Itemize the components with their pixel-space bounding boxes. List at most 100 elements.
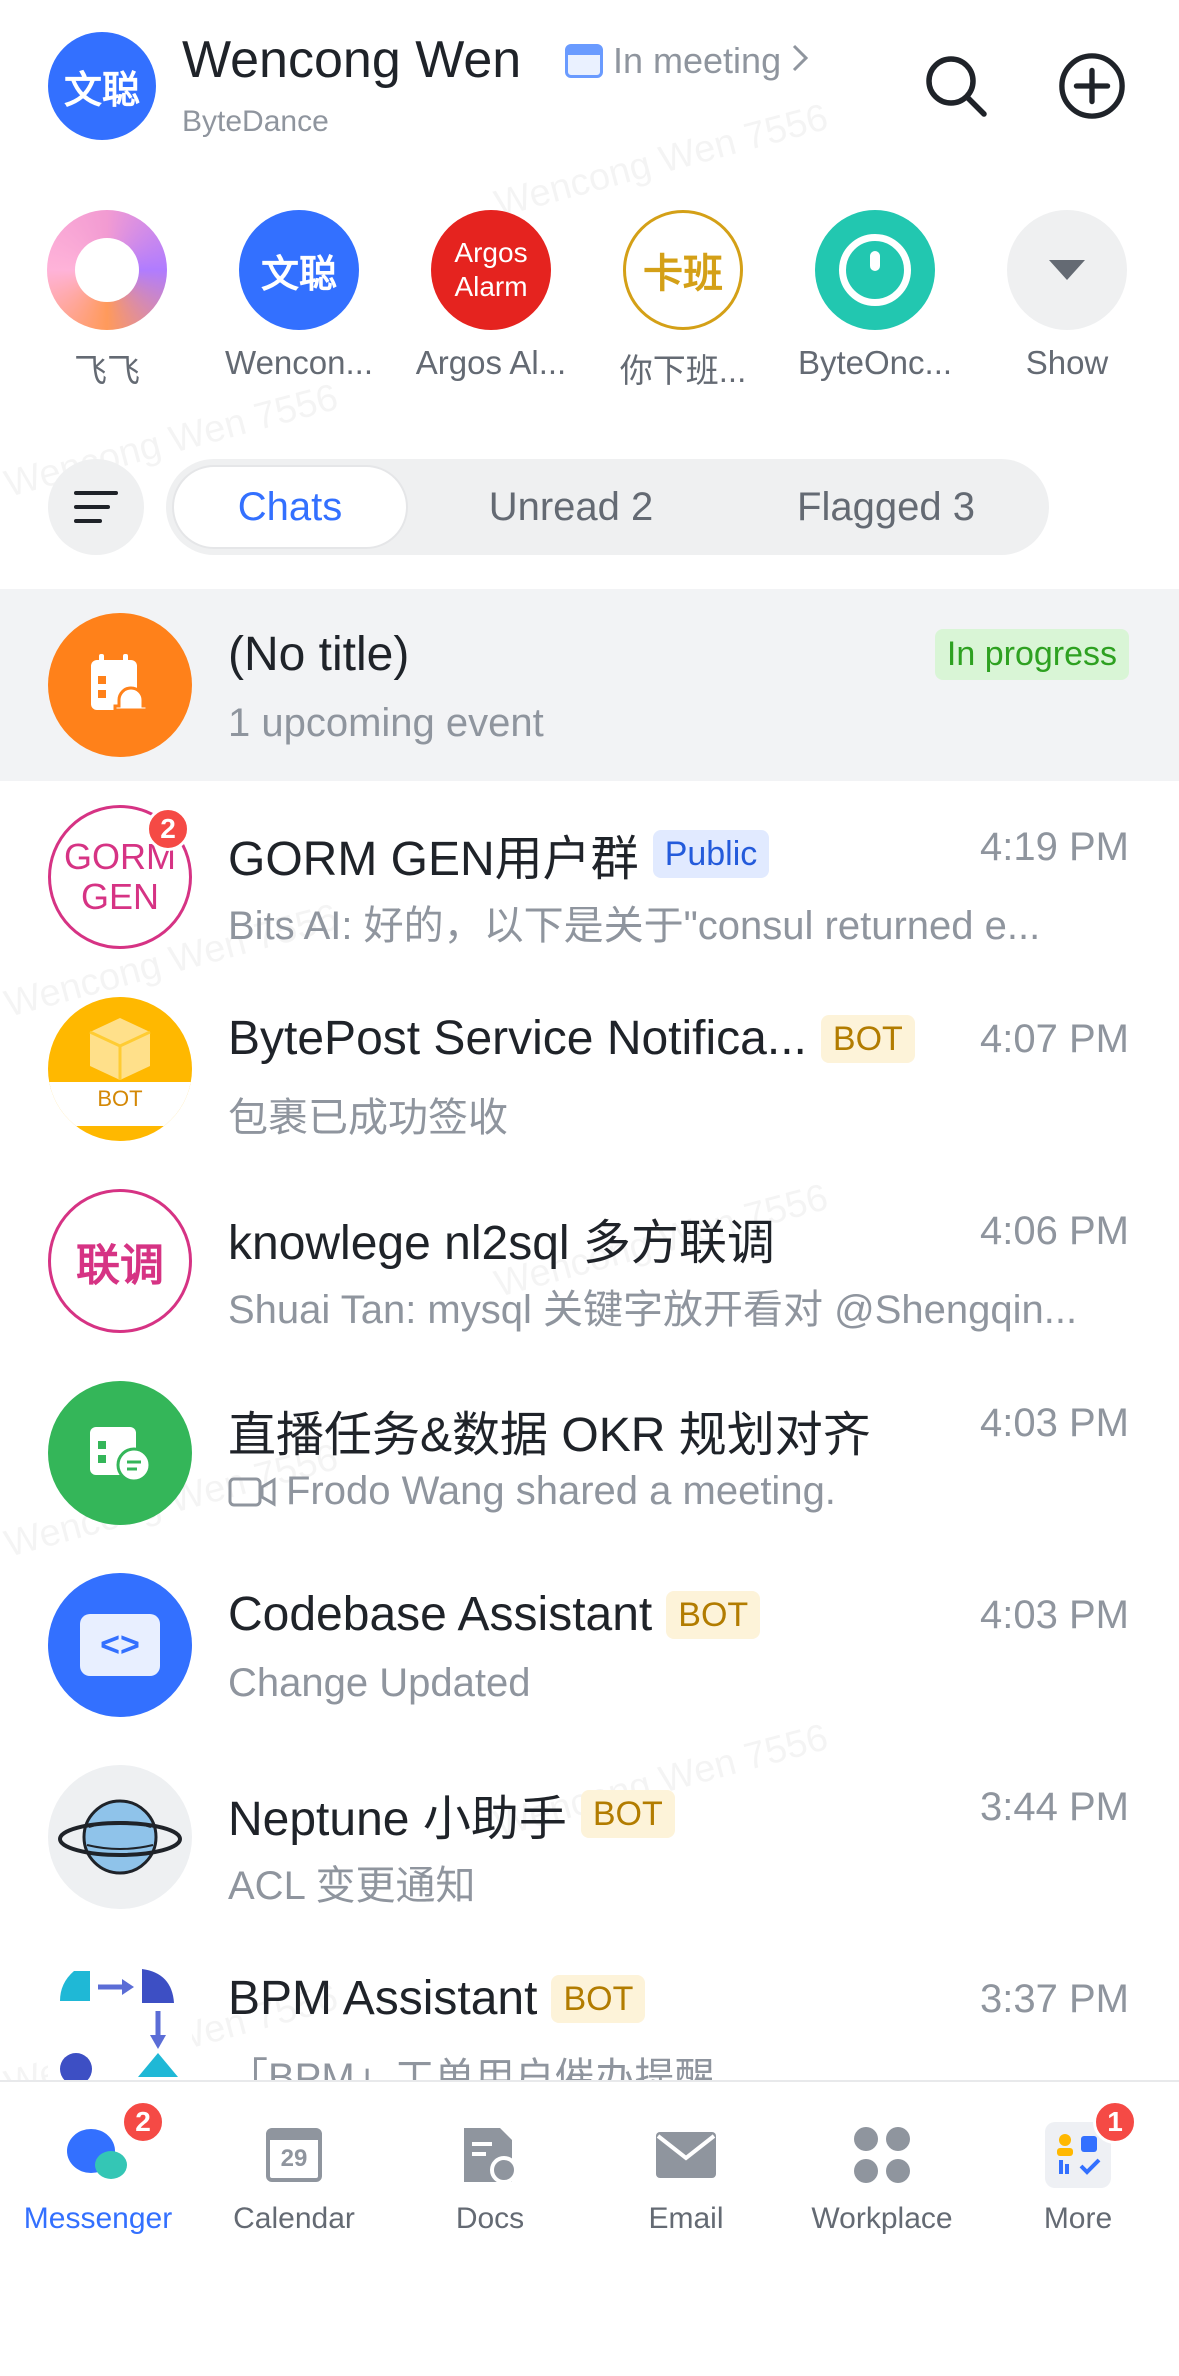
byteoncall-ring bbox=[839, 234, 911, 306]
notification-badge: 1 bbox=[1093, 2100, 1137, 2144]
tab-calendar[interactable]: 29 Calendar bbox=[196, 2122, 392, 2236]
codebase-avatar: <> bbox=[48, 1573, 192, 1717]
chat-title: GORM GEN用户群 Public bbox=[228, 819, 770, 889]
tab-label: Messenger bbox=[23, 2202, 173, 2235]
user-name[interactable]: Wencong Wen bbox=[182, 30, 521, 90]
bot-tag: BOT bbox=[551, 1974, 646, 2023]
bot-label: BOT bbox=[48, 1082, 192, 1126]
chat-row-knowlege-nl2sql[interactable]: 联调 knowlege nl2sql 多方联调 4:06 PM Shuai Ta… bbox=[0, 1165, 1179, 1357]
chat-preview: Change Updated bbox=[228, 1661, 531, 1705]
chat-preview: ACL 变更通知 bbox=[228, 1864, 476, 1908]
chat-preview: 包裹已成功签收 bbox=[228, 1096, 508, 1140]
user-avatar[interactable]: 文聪 bbox=[48, 32, 156, 140]
package-icon bbox=[89, 1018, 151, 1080]
tab-label: Docs bbox=[455, 2202, 525, 2235]
argos-avatar: Argos Alarm bbox=[431, 210, 551, 330]
chat-preview: Bits AI: 好的，以下是关于"consul returned e... bbox=[228, 904, 1041, 948]
tab-docs[interactable]: Docs bbox=[392, 2122, 588, 2236]
chat-time: 4:03 PM bbox=[980, 1593, 1129, 1637]
user-organization: ByteDance bbox=[182, 105, 329, 138]
chevron-down-icon bbox=[1007, 210, 1127, 330]
chat-time: 4:03 PM bbox=[980, 1401, 1129, 1445]
tab-email[interactable]: Email bbox=[588, 2122, 784, 2236]
chat-title: Codebase Assistant BOT bbox=[228, 1587, 761, 1642]
chat-row-neptune[interactable]: Neptune 小助手 BOT 3:44 PM ACL 变更通知 bbox=[0, 1741, 1179, 1933]
chat-time: 4:19 PM bbox=[980, 825, 1129, 869]
chat-time: 3:44 PM bbox=[980, 1785, 1129, 1829]
shortcut-show-more[interactable]: Show bbox=[972, 210, 1162, 382]
feifei-avatar bbox=[47, 210, 167, 330]
planet-icon bbox=[58, 1799, 182, 1875]
user-status[interactable]: In meeting bbox=[565, 40, 809, 82]
shortcut-label: Wencon... bbox=[225, 344, 373, 381]
bytepost-avatar: BOT bbox=[48, 997, 192, 1141]
user-status-label: In meeting bbox=[613, 40, 782, 81]
menu-icon bbox=[74, 491, 118, 523]
bot-tag: BOT bbox=[666, 1590, 761, 1639]
chevron-right-icon bbox=[791, 40, 809, 82]
tab-workplace[interactable]: Workplace bbox=[784, 2122, 980, 2236]
profile-header: 文聪 Wencong Wen In meeting ByteDance bbox=[0, 0, 1179, 190]
calendar-date: 29 bbox=[266, 2128, 322, 2182]
chat-filter-tabs: Chats Unread 2 Flagged 3 bbox=[166, 459, 1049, 555]
tab-label: More bbox=[1043, 2202, 1113, 2235]
tab-flagged[interactable]: Flagged 3 bbox=[736, 465, 1036, 549]
chat-preview-text: Frodo Wang shared a meeting. bbox=[286, 1469, 836, 1513]
chat-row-codebase-assistant[interactable]: <> Codebase Assistant BOT 4:03 PM Change … bbox=[0, 1549, 1179, 1741]
byteoncall-avatar bbox=[815, 210, 935, 330]
chat-row-no-title[interactable]: (No title) 1 upcoming event In progress bbox=[0, 589, 1179, 781]
filter-menu-button[interactable] bbox=[48, 459, 144, 555]
shortcut-label: ByteOnc... bbox=[797, 344, 953, 381]
shortcut-wencong[interactable]: 文聪 Wencon... bbox=[204, 210, 394, 382]
chat-time: 4:07 PM bbox=[980, 1017, 1129, 1061]
add-icon[interactable] bbox=[1058, 52, 1126, 120]
tab-chats[interactable]: Chats bbox=[172, 465, 408, 549]
messenger-icon: 2 bbox=[65, 2100, 165, 2188]
tab-label: Calendar bbox=[233, 2202, 355, 2235]
bot-tag: BOT bbox=[580, 1790, 675, 1838]
bottom-tab-bar: 2 Messenger 29 Calendar Docs Email Workp… bbox=[0, 2080, 1179, 2376]
search-icon[interactable] bbox=[922, 52, 990, 120]
chat-preview: Frodo Wang shared a meeting. bbox=[228, 1469, 836, 1514]
chat-time: 4:06 PM bbox=[980, 1209, 1129, 1253]
docs-icon bbox=[457, 2122, 523, 2188]
shortcut-label: Show bbox=[1025, 344, 1109, 381]
meeting-group-avatar bbox=[48, 1381, 192, 1525]
chat-row-bytepost[interactable]: BOT BytePost Service Notifica... BOT 4:07… bbox=[0, 973, 1179, 1165]
public-tag: Public bbox=[652, 830, 770, 878]
calendar-event-avatar bbox=[48, 613, 192, 757]
bot-tag: BOT bbox=[820, 1014, 915, 1063]
calendar-icon: 29 bbox=[261, 2122, 327, 2188]
shortcut-feifei[interactable]: 飞飞 bbox=[12, 210, 202, 392]
tab-unread[interactable]: Unread 2 bbox=[426, 465, 716, 549]
tab-more[interactable]: 1 More bbox=[980, 2100, 1176, 2236]
feifei-inner-circle bbox=[75, 238, 139, 302]
tab-label: Email bbox=[648, 2202, 724, 2235]
email-icon bbox=[653, 2122, 719, 2188]
chat-title: Neptune 小助手 BOT bbox=[228, 1779, 675, 1849]
chat-title: knowlege nl2sql 多方联调 bbox=[228, 1217, 775, 1270]
shortcut-row: 飞飞 文聪 Wencon... Argos Alarm Argos Al... … bbox=[0, 210, 1179, 400]
unread-badge: 2 bbox=[121, 2100, 165, 2144]
tab-messenger[interactable]: 2 Messenger bbox=[0, 2100, 196, 2236]
unread-badge: 2 bbox=[146, 807, 190, 851]
workflow-icon bbox=[60, 1969, 178, 2085]
shortcut-xiaban[interactable]: 卡班 你下班... bbox=[588, 210, 778, 392]
chat-row-gorm-gen[interactable]: GORM GEN 2 GORM GEN用户群 Public 4:19 PM Bit… bbox=[0, 781, 1179, 973]
chat-preview: Shuai Tan: mysql 关键字放开看对 @Shengqin... bbox=[228, 1288, 1078, 1332]
chat-title: 直播任务&数据 OKR 规划对齐 bbox=[228, 1409, 871, 1462]
workplace-icon bbox=[849, 2122, 915, 2188]
shortcut-byteoncall[interactable]: ByteOnc... bbox=[780, 210, 970, 382]
chat-row-okr-alignment[interactable]: 直播任务&数据 OKR 规划对齐 4:03 PM Frodo Wang shar… bbox=[0, 1357, 1179, 1549]
chat-preview: 1 upcoming event bbox=[228, 701, 544, 745]
more-apps-icon: 1 bbox=[1045, 2100, 1137, 2188]
calendar-status-icon bbox=[565, 44, 603, 78]
shortcut-label: 你下班... bbox=[619, 352, 747, 389]
chat-time: 3:37 PM bbox=[980, 1977, 1129, 2021]
chat-title: BytePost Service Notifica... BOT bbox=[228, 1011, 915, 1066]
neptune-avatar bbox=[48, 1765, 192, 1909]
shortcut-argos[interactable]: Argos Alarm Argos Al... bbox=[396, 210, 586, 382]
chat-title: BPM Assistant BOT bbox=[228, 1971, 646, 2026]
video-icon bbox=[228, 1476, 276, 1507]
calendar-chat-icon bbox=[90, 1427, 152, 1483]
